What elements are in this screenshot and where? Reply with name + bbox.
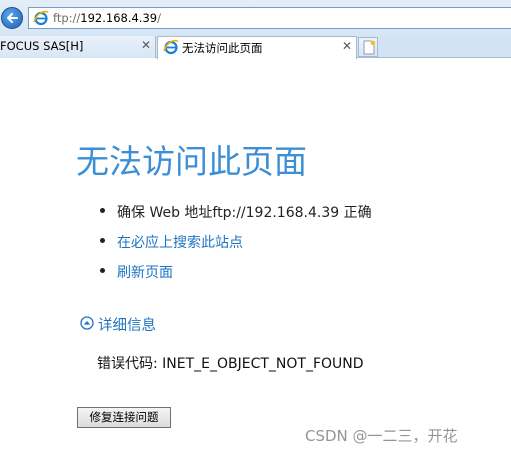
browser-window: ftp://192.168.4.39/ FOCUS SAS[H] ✕ 无法访问此… [0,0,511,455]
back-button[interactable] [1,7,23,29]
address-bar: ftp://192.168.4.39/ [0,0,511,36]
tab-label: FOCUS SAS[H] [0,39,84,53]
refresh-page-link[interactable]: 刷新页面 [117,262,173,282]
url-scheme: ftp:// [53,11,81,25]
url-input[interactable]: ftp://192.168.4.39/ [28,7,511,29]
bullet-icon [100,268,105,273]
close-icon[interactable]: ✕ [141,38,151,52]
new-tab-button[interactable] [358,37,378,57]
watermark: CSDN @一二三，开花 [305,427,458,445]
page-title: 无法访问此页面 [76,142,307,181]
tab-label: 无法访问此页面 [182,41,263,55]
url-path: / [157,11,161,25]
check-address-text: 确保 Web 地址ftp://192.168.4.39 正确 [117,205,372,221]
error-code: 错误代码: INET_E_OBJECT_NOT_FOUND [97,356,364,372]
fix-connection-button[interactable]: 修复连接问题 [77,407,171,428]
bullet-icon [100,238,105,243]
new-tab-icon [363,40,376,55]
close-icon[interactable]: ✕ [342,39,352,53]
url-text: ftp://192.168.4.39/ [53,11,161,25]
ie-logo-icon [33,10,49,26]
ie-logo-icon [163,39,179,55]
tab-focus-sas[interactable]: FOCUS SAS[H] ✕ [0,36,156,58]
chevron-up-circle-icon [80,316,94,330]
url-host: 192.168.4.39 [80,11,158,25]
bullet-icon [100,208,105,213]
details-label: 详细信息 [98,318,156,334]
search-bing-link[interactable]: 在必应上搜索此站点 [117,232,243,252]
back-arrow-icon [7,13,18,23]
tab-cannot-reach-page[interactable]: 无法访问此页面 ✕ [157,36,357,59]
tab-bar: FOCUS SAS[H] ✕ 无法访问此页面 ✕ [0,36,511,59]
